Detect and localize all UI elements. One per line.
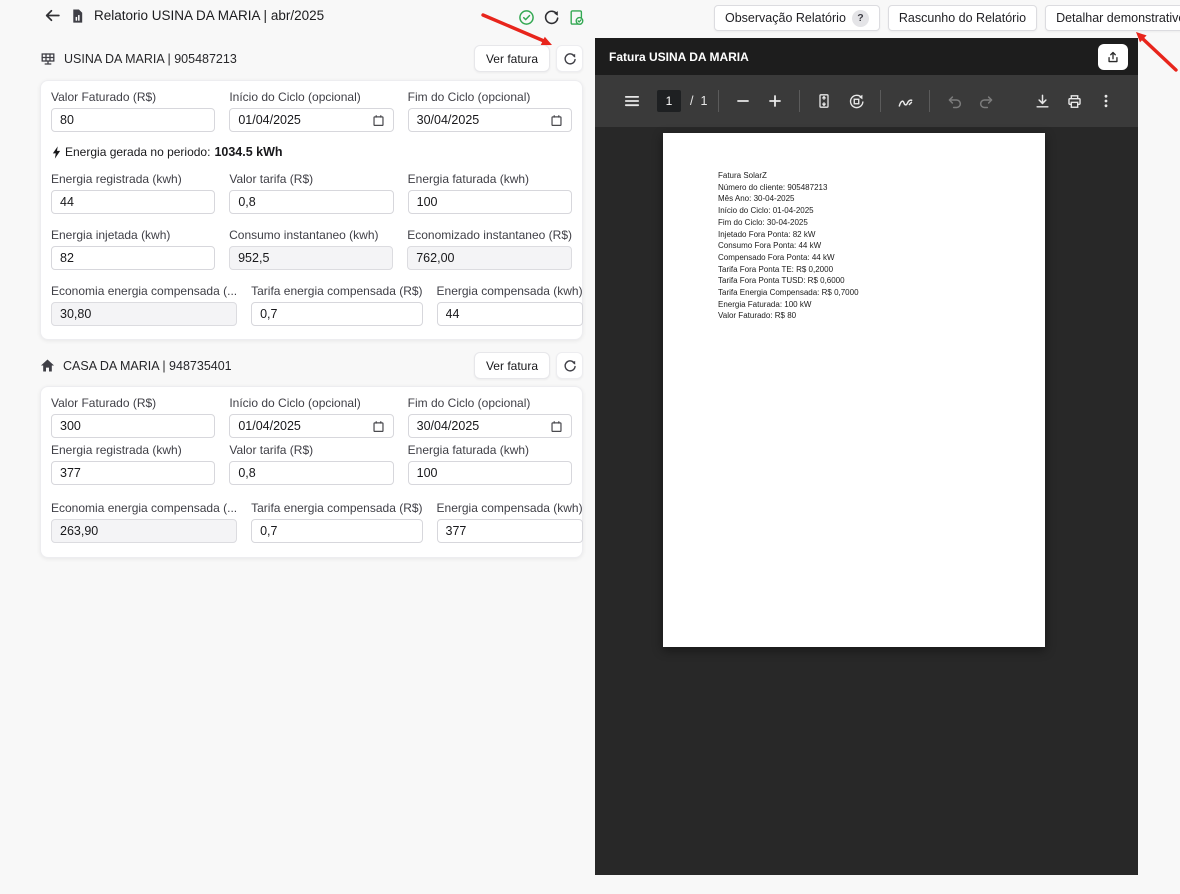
undo-icon [941, 88, 967, 114]
calendar-icon[interactable] [550, 420, 563, 433]
field-consumo-instantaneo: Consumo instantaneo (kwh) [229, 228, 393, 270]
fim-ciclo-date-input[interactable]: 30/04/2025 [408, 414, 572, 438]
energia-compensada-input[interactable] [437, 302, 583, 326]
field-inicio-ciclo: Início do Ciclo (opcional) 01/04/2025 [229, 90, 393, 132]
field-valor-tarifa: Valor tarifa (R$) [229, 443, 393, 485]
rotate-icon[interactable] [843, 88, 869, 114]
ver-fatura-usina-button[interactable]: Ver fatura [474, 45, 550, 72]
section-casa-title: CASA DA MARIA | 948735401 [63, 359, 232, 373]
report-validated-icon[interactable] [568, 9, 585, 26]
energia-faturada-input[interactable] [408, 190, 572, 214]
inicio-ciclo-date-input[interactable]: 01/04/2025 [229, 414, 393, 438]
more-options-icon[interactable] [1093, 88, 1119, 114]
economia-compensada-input [51, 302, 237, 326]
field-economia-compensada: Economia energia compensada (... [51, 501, 237, 543]
invoice-text-block: Fatura SolarZ Número do cliente: 9054872… [718, 170, 859, 322]
refresh-icon[interactable] [543, 9, 560, 26]
field-tarifa-compensada: Tarifa energia compensada (R$) [251, 501, 422, 543]
valor-tarifa-input[interactable] [229, 190, 393, 214]
detalhar-demonstrativo-button[interactable]: Detalhar demonstrativo [1045, 5, 1180, 31]
field-energia-registrada: Energia registrada (kwh) [51, 443, 215, 485]
check-circle-icon [518, 9, 535, 26]
field-inicio-ciclo: Início do Ciclo (opcional) 01/04/2025 [229, 396, 393, 438]
field-valor-faturado: Valor Faturado (R$) [51, 90, 215, 132]
refresh-usina-button[interactable] [556, 45, 583, 72]
pdf-title: Fatura USINA DA MARIA [609, 50, 749, 64]
field-tarifa-compensada: Tarifa energia compensada (R$) [251, 284, 422, 326]
field-fim-ciclo: Fim do Ciclo (opcional) 30/04/2025 [408, 90, 572, 132]
section-usina-header: USINA DA MARIA | 905487213 Ver fatura [40, 45, 583, 72]
casa-form-card: Valor Faturado (R$) Início do Ciclo (opc… [40, 386, 583, 558]
calendar-icon[interactable] [372, 420, 385, 433]
calendar-icon[interactable] [550, 114, 563, 127]
consumo-instantaneo-input [229, 246, 393, 270]
zoom-in-icon[interactable] [762, 88, 788, 114]
energia-faturada-input[interactable] [408, 461, 572, 485]
energia-registrada-input[interactable] [51, 190, 215, 214]
economia-compensada-input [51, 519, 237, 543]
energia-registrada-input[interactable] [51, 461, 215, 485]
annotate-pen-icon[interactable] [892, 88, 918, 114]
app-header: Relatorio USINA DA MARIA | abr/2025 [44, 7, 324, 24]
economizado-instantaneo-input [407, 246, 572, 270]
inicio-ciclo-date-input[interactable]: 01/04/2025 [229, 108, 393, 132]
tarifa-compensada-input[interactable] [251, 302, 422, 326]
open-external-button[interactable] [1098, 44, 1128, 70]
usina-form-card: Valor Faturado (R$) Início do Ciclo (opc… [40, 80, 583, 340]
fit-page-icon[interactable] [811, 88, 837, 114]
print-icon[interactable] [1061, 88, 1087, 114]
refresh-casa-button[interactable] [556, 352, 583, 379]
field-valor-tarifa: Valor tarifa (R$) [229, 172, 393, 214]
field-energia-compensada: Energia compensada (kwh) [437, 501, 583, 543]
field-economia-compensada: Economia energia compensada (... [51, 284, 237, 326]
lightning-bolt-icon [51, 146, 62, 159]
fim-ciclo-date-input[interactable]: 30/04/2025 [408, 108, 572, 132]
pdf-page-number-input[interactable]: 1 [657, 90, 681, 112]
ver-fatura-casa-button[interactable]: Ver fatura [474, 352, 550, 379]
calendar-icon[interactable] [372, 114, 385, 127]
zoom-out-icon[interactable] [730, 88, 756, 114]
download-icon[interactable] [1029, 88, 1055, 114]
section-casa-header: CASA DA MARIA | 948735401 Ver fatura [40, 352, 583, 379]
help-badge: ? [852, 10, 869, 27]
pdf-scroll-area[interactable]: Fatura SolarZ Número do cliente: 9054872… [595, 127, 1138, 875]
solar-panel-icon [40, 51, 56, 67]
pdf-page-separator: / [690, 94, 693, 108]
pdf-page: Fatura SolarZ Número do cliente: 9054872… [663, 133, 1045, 647]
field-energia-faturada: Energia faturada (kwh) [408, 443, 572, 485]
energia-injetada-input[interactable] [51, 246, 215, 270]
field-energia-faturada: Energia faturada (kwh) [408, 172, 572, 214]
valor-tarifa-input[interactable] [229, 461, 393, 485]
home-icon [40, 358, 55, 373]
valor-faturado-input[interactable] [51, 414, 215, 438]
field-valor-faturado: Valor Faturado (R$) [51, 396, 215, 438]
report-file-icon [70, 8, 85, 24]
header-status-icons [518, 9, 585, 26]
field-energia-registrada: Energia registrada (kwh) [51, 172, 215, 214]
field-energia-compensada: Energia compensada (kwh) [437, 284, 583, 326]
pdf-viewer-header: Fatura USINA DA MARIA [595, 38, 1138, 75]
field-fim-ciclo: Fim do Ciclo (opcional) 30/04/2025 [408, 396, 572, 438]
field-economizado-instantaneo: Economizado instantaneo (R$) [407, 228, 572, 270]
section-usina-title: USINA DA MARIA | 905487213 [64, 52, 237, 66]
observacao-relatorio-button[interactable]: Observação Relatório ? [714, 5, 880, 31]
field-energia-injetada: Energia injetada (kwh) [51, 228, 215, 270]
pdf-page-total: 1 [700, 94, 707, 108]
open-external-icon [1106, 50, 1120, 64]
pdf-toolbar: 1 / 1 [595, 75, 1138, 127]
energia-compensada-input[interactable] [437, 519, 583, 543]
back-arrow-icon[interactable] [44, 7, 61, 24]
redo-icon [973, 88, 999, 114]
header-actions: Observação Relatório ? Rascunho do Relat… [714, 5, 1180, 31]
pdf-menu-icon[interactable] [619, 88, 645, 114]
rascunho-relatorio-button[interactable]: Rascunho do Relatório [888, 5, 1037, 31]
pdf-viewer-panel: Fatura USINA DA MARIA 1 / 1 [595, 38, 1138, 875]
page-title: Relatorio USINA DA MARIA | abr/2025 [94, 8, 324, 23]
tarifa-compensada-input[interactable] [251, 519, 422, 543]
valor-faturado-input[interactable] [51, 108, 215, 132]
observacao-relatorio-label: Observação Relatório [725, 11, 846, 25]
energy-generated-note: Energia gerada no periodo: 1034.5 kWh [51, 144, 572, 160]
